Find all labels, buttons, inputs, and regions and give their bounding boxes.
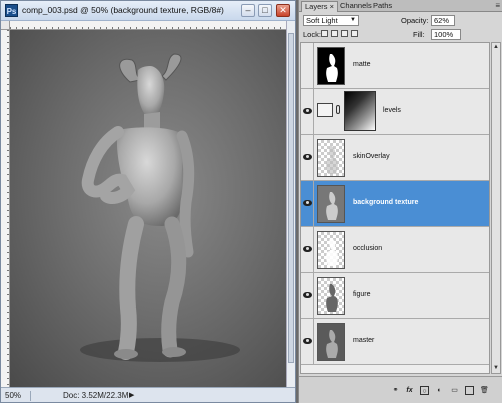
lock-move-icon[interactable] xyxy=(341,30,348,37)
adjustment-icon[interactable]: ◐ xyxy=(435,386,444,395)
vertical-ruler[interactable] xyxy=(1,30,10,387)
lock-all-icon[interactable] xyxy=(351,30,358,37)
layer-thumbnail xyxy=(317,231,345,269)
document-size-info: Doc: 3.52M/22.3M xyxy=(63,391,129,400)
fill-value: 100% xyxy=(434,30,454,39)
close-button[interactable]: ✕ xyxy=(276,4,290,17)
layer-name: occlusion xyxy=(353,245,383,252)
layer-row-skinoverlay[interactable]: skinOverlay xyxy=(301,135,489,181)
creature-figure-image xyxy=(80,53,240,362)
levels-adjustment-icon xyxy=(317,103,333,117)
blend-mode-value: Soft Light xyxy=(306,16,338,25)
scroll-thumb[interactable] xyxy=(288,33,294,363)
link-icon[interactable]: ⚭ xyxy=(391,386,400,395)
layer-name: master xyxy=(353,337,375,344)
lock-brush-icon[interactable] xyxy=(331,30,338,37)
visibility-toggle[interactable] xyxy=(301,227,314,273)
panel-tabs: Layers × Channels Paths ≡ xyxy=(299,0,502,12)
new-layer-icon[interactable] xyxy=(465,386,474,395)
chevron-down-icon: ▼ xyxy=(350,17,356,23)
fx-icon[interactable]: fx xyxy=(405,386,414,395)
layer-row-occlusion[interactable]: occlusion xyxy=(301,227,489,273)
layers-panel-footer: ⚭ fx ○ ◐ ▭ 🗑 xyxy=(299,376,502,403)
status-menu-arrow-icon[interactable]: ▶ xyxy=(129,391,134,399)
document-title: comp_003.psd @ 50% (background texture, … xyxy=(22,5,224,15)
blend-mode-select[interactable]: Soft Light ▼ xyxy=(303,15,359,26)
vertical-scrollbar[interactable] xyxy=(286,21,295,387)
layer-row-matte[interactable]: matte xyxy=(301,43,489,89)
eye-icon xyxy=(303,338,312,344)
minimize-button[interactable]: – xyxy=(241,4,255,17)
lock-label: Lock: xyxy=(303,30,321,39)
eye-icon xyxy=(303,154,312,160)
layer-name: background texture xyxy=(353,199,419,206)
maximize-button[interactable]: □ xyxy=(258,4,272,17)
layer-thumbnail xyxy=(317,185,345,223)
visibility-toggle[interactable] xyxy=(301,181,314,227)
link-chain-icon[interactable] xyxy=(336,105,340,114)
layer-row-master[interactable]: master xyxy=(301,319,489,365)
opacity-field[interactable]: 62% xyxy=(431,15,455,26)
visibility-toggle[interactable] xyxy=(301,43,314,89)
document-window: Ps comp_003.psd @ 50% (background textur… xyxy=(0,0,296,403)
fill-field[interactable]: 100% xyxy=(431,29,461,40)
tab-layers[interactable]: Layers × xyxy=(301,1,338,12)
layer-name: matte xyxy=(353,61,371,68)
opacity-label: Opacity: xyxy=(401,16,429,25)
visibility-toggle[interactable] xyxy=(301,89,314,135)
ruler-origin[interactable] xyxy=(1,21,10,30)
scroll-down-icon[interactable]: ▼ xyxy=(492,364,500,373)
eye-icon xyxy=(303,246,312,252)
tab-paths[interactable]: Paths xyxy=(370,1,395,12)
layer-name: skinOverlay xyxy=(353,153,390,160)
layers-scrollbar[interactable]: ▲ ▼ xyxy=(491,42,501,374)
visibility-toggle[interactable] xyxy=(301,273,314,319)
eye-icon xyxy=(303,200,312,206)
layer-thumbnail xyxy=(317,277,345,315)
figure-silhouette-icon xyxy=(326,284,338,312)
figure-silhouette-icon xyxy=(326,54,338,82)
layer-row-figure[interactable]: figure xyxy=(301,273,489,319)
layer-row-background-texture[interactable]: background texture xyxy=(301,181,489,227)
figure-silhouette-icon xyxy=(326,146,338,174)
lock-transparency-icon[interactable] xyxy=(321,30,328,37)
eye-icon xyxy=(303,292,312,298)
layers-list[interactable]: matte levels skinOverlay background text… xyxy=(300,42,490,374)
layer-mask-thumbnail[interactable] xyxy=(344,91,376,131)
fill-label: Fill: xyxy=(413,30,425,39)
image-canvas[interactable] xyxy=(10,30,286,387)
opacity-value: 62% xyxy=(434,16,450,25)
layer-thumbnail xyxy=(317,323,345,361)
document-titlebar[interactable]: Ps comp_003.psd @ 50% (background textur… xyxy=(1,1,295,21)
panel-menu-icon[interactable]: ≡ xyxy=(495,1,500,10)
figure-silhouette-icon xyxy=(326,192,338,220)
status-bar: 50% Doc: 3.52M/22.3M ▶ xyxy=(1,387,295,402)
figure-silhouette-icon xyxy=(326,238,338,266)
figure-silhouette-icon xyxy=(326,330,338,358)
trash-icon[interactable]: 🗑 xyxy=(480,386,489,395)
layers-panel: Layers × Channels Paths ≡ Soft Light ▼ O… xyxy=(298,0,502,403)
visibility-toggle[interactable] xyxy=(301,135,314,181)
eye-icon xyxy=(303,108,312,114)
visibility-toggle[interactable] xyxy=(301,319,314,365)
folder-icon[interactable]: ▭ xyxy=(450,386,459,395)
layer-row-levels[interactable]: levels xyxy=(301,89,489,135)
mask-icon[interactable]: ○ xyxy=(420,386,429,395)
layer-options: Soft Light ▼ Opacity: 62% Lock: Fill: 10… xyxy=(299,12,502,42)
scroll-up-icon[interactable]: ▲ xyxy=(492,43,500,52)
layer-thumbnail xyxy=(317,139,345,177)
horizontal-ruler[interactable] xyxy=(10,21,286,30)
photoshop-icon: Ps xyxy=(5,4,18,17)
layer-name: levels xyxy=(383,107,401,114)
zoom-field[interactable]: 50% xyxy=(5,391,31,401)
layer-name: figure xyxy=(353,291,371,298)
layer-thumbnail xyxy=(317,47,345,85)
